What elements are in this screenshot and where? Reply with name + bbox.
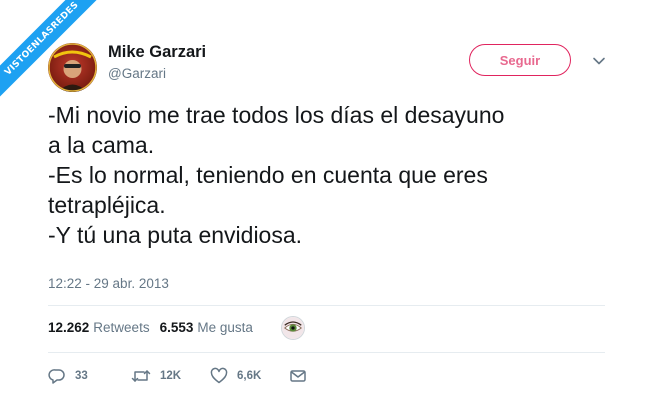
direct-message-button[interactable] bbox=[289, 367, 307, 385]
liker-avatar[interactable] bbox=[281, 316, 305, 340]
follow-button[interactable]: Seguir bbox=[469, 44, 571, 76]
divider bbox=[48, 352, 605, 353]
eye-photo-icon bbox=[282, 317, 304, 339]
like-count: 6,6K bbox=[237, 370, 262, 382]
tweet-timestamp[interactable]: 12:22 - 29 abr. 2013 bbox=[48, 276, 169, 291]
reply-icon bbox=[48, 369, 65, 384]
tweet-line: -Es lo normal, teniendo en cuenta que er… bbox=[48, 162, 488, 188]
retweet-icon bbox=[131, 370, 151, 382]
engagement-stats: 12.262 Retweets 6.553 Me gusta bbox=[48, 320, 263, 335]
profile-photo-icon bbox=[48, 43, 97, 92]
likes-count: 6.553 bbox=[159, 320, 194, 335]
retweets-label: Retweets bbox=[93, 320, 150, 335]
tweet-line: -Y tú una puta envidiosa. bbox=[48, 222, 303, 248]
likes-stat[interactable]: 6.553 Me gusta bbox=[160, 320, 253, 335]
chevron-down-icon[interactable] bbox=[590, 55, 608, 67]
retweet-button[interactable]: 12K bbox=[131, 367, 181, 385]
tweet-line: tetrapléjica. bbox=[48, 192, 166, 218]
heart-icon bbox=[210, 367, 228, 384]
user-handle[interactable]: @Garzari bbox=[108, 66, 166, 81]
retweets-count: 12.262 bbox=[48, 320, 90, 335]
reply-count: 33 bbox=[75, 370, 88, 382]
likes-label: Me gusta bbox=[197, 320, 253, 335]
tweet-line: -Mi novio me trae todos los días el desa… bbox=[48, 102, 505, 128]
display-name[interactable]: Mike Garzari bbox=[108, 43, 206, 62]
tweet-text: -Mi novio me trae todos los días el desa… bbox=[48, 100, 628, 250]
avatar[interactable] bbox=[48, 43, 97, 92]
retweet-count: 12K bbox=[160, 370, 182, 382]
divider bbox=[48, 305, 605, 306]
envelope-icon bbox=[290, 370, 306, 382]
tweet-line: a la cama. bbox=[48, 132, 155, 158]
reply-button[interactable]: 33 bbox=[48, 367, 88, 385]
like-button[interactable]: 6,6K bbox=[210, 367, 261, 385]
retweets-stat[interactable]: 12.262 Retweets bbox=[48, 320, 150, 335]
